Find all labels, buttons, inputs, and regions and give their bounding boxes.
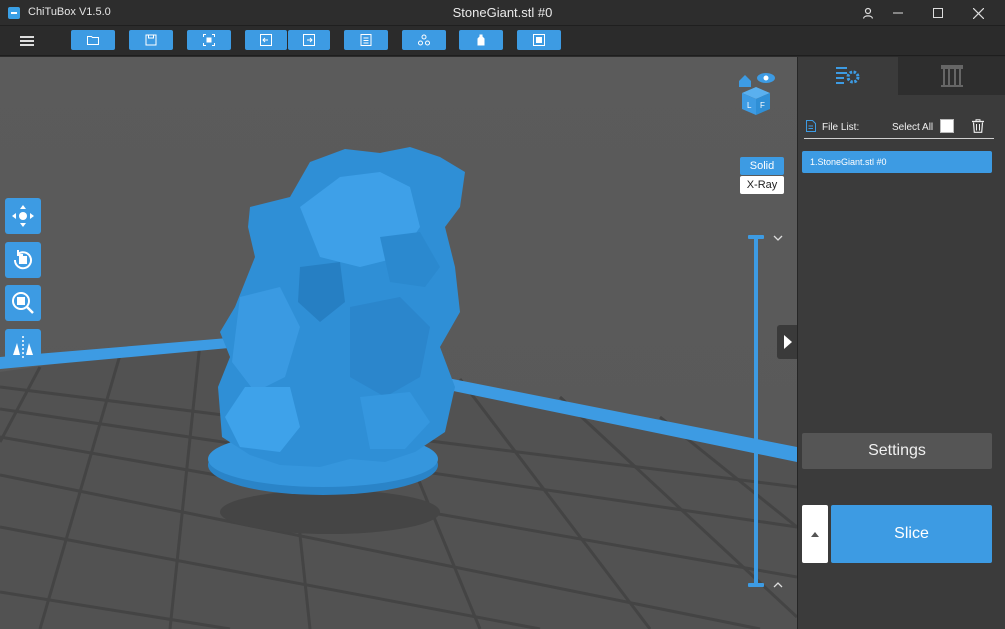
app-window: ChiTuBox V1.5.0 StoneGiant.stl #0 L F So… bbox=[0, 0, 1005, 629]
settings-button[interactable]: Settings bbox=[802, 433, 992, 469]
notes-button[interactable] bbox=[344, 30, 388, 50]
select-all-checkbox[interactable] bbox=[940, 119, 954, 133]
right-panel: File List: Select All 1.StoneGiant.stl #… bbox=[797, 57, 1005, 629]
redo-icon bbox=[303, 34, 315, 46]
mirror-icon bbox=[13, 336, 33, 358]
document-icon bbox=[806, 120, 816, 132]
chevron-up-icon[interactable] bbox=[772, 579, 784, 591]
slice-options-button[interactable] bbox=[802, 505, 828, 563]
screenshot-icon bbox=[203, 34, 215, 46]
open-file-button[interactable] bbox=[71, 30, 115, 50]
chevron-down-icon[interactable] bbox=[772, 232, 784, 244]
layer-slider-top-handle[interactable] bbox=[748, 235, 764, 239]
minimize-button[interactable] bbox=[878, 0, 918, 26]
solid-view-button[interactable]: Solid bbox=[740, 157, 784, 175]
rotate-tool-button[interactable] bbox=[5, 242, 41, 278]
file-list-item[interactable]: 1.StoneGiant.stl #0 bbox=[802, 151, 992, 173]
layer-slider-bottom-handle[interactable] bbox=[748, 583, 764, 587]
hamburger-menu-icon[interactable] bbox=[18, 33, 38, 49]
maximize-button[interactable] bbox=[918, 0, 958, 26]
3d-viewport[interactable]: L F Solid X-Ray bbox=[0, 57, 797, 629]
file-list-label: File List: bbox=[822, 122, 860, 133]
move-tool-button[interactable] bbox=[5, 198, 41, 234]
main-toolbar bbox=[0, 26, 1005, 56]
mirror-tool-button[interactable] bbox=[5, 329, 41, 365]
file-list-header: File List: Select All bbox=[804, 117, 994, 139]
layer-slider-track[interactable] bbox=[754, 237, 758, 587]
tab-supports[interactable] bbox=[898, 57, 1005, 95]
open-file-icon bbox=[87, 36, 99, 45]
collapse-panel-button[interactable] bbox=[777, 325, 797, 359]
supports-icon bbox=[941, 65, 963, 87]
title-bar: ChiTuBox V1.5.0 StoneGiant.stl #0 bbox=[0, 0, 1005, 26]
network-button[interactable] bbox=[402, 30, 446, 50]
undo-button[interactable] bbox=[245, 30, 287, 50]
scale-tool-button[interactable] bbox=[5, 285, 41, 321]
list-settings-icon bbox=[836, 67, 860, 84]
resin-button[interactable] bbox=[459, 30, 503, 50]
svg-text:F: F bbox=[760, 101, 765, 110]
xray-view-button[interactable]: X-Ray bbox=[740, 176, 784, 194]
undo-icon bbox=[260, 34, 272, 46]
slice-controls: Slice bbox=[802, 505, 992, 563]
network-icon bbox=[418, 34, 430, 46]
slice-button[interactable]: Slice bbox=[831, 505, 992, 563]
trash-icon[interactable] bbox=[972, 119, 984, 133]
redo-button[interactable] bbox=[288, 30, 330, 50]
move-icon bbox=[12, 205, 34, 227]
screenshot-button[interactable] bbox=[187, 30, 231, 50]
close-button[interactable] bbox=[958, 0, 998, 26]
svg-text:L: L bbox=[747, 101, 752, 110]
scale-icon bbox=[12, 292, 34, 314]
resin-icon bbox=[477, 34, 485, 46]
notes-icon bbox=[360, 34, 372, 46]
build-plate-scene bbox=[0, 57, 797, 629]
machine-button[interactable] bbox=[517, 30, 561, 50]
rotate-icon bbox=[13, 250, 32, 270]
save-button[interactable] bbox=[129, 30, 173, 50]
select-all-label: Select All bbox=[892, 122, 934, 133]
machine-icon bbox=[533, 34, 545, 46]
view-cube-icon[interactable]: L F bbox=[736, 69, 778, 115]
tab-file-list[interactable] bbox=[798, 57, 898, 95]
save-icon bbox=[145, 34, 157, 46]
